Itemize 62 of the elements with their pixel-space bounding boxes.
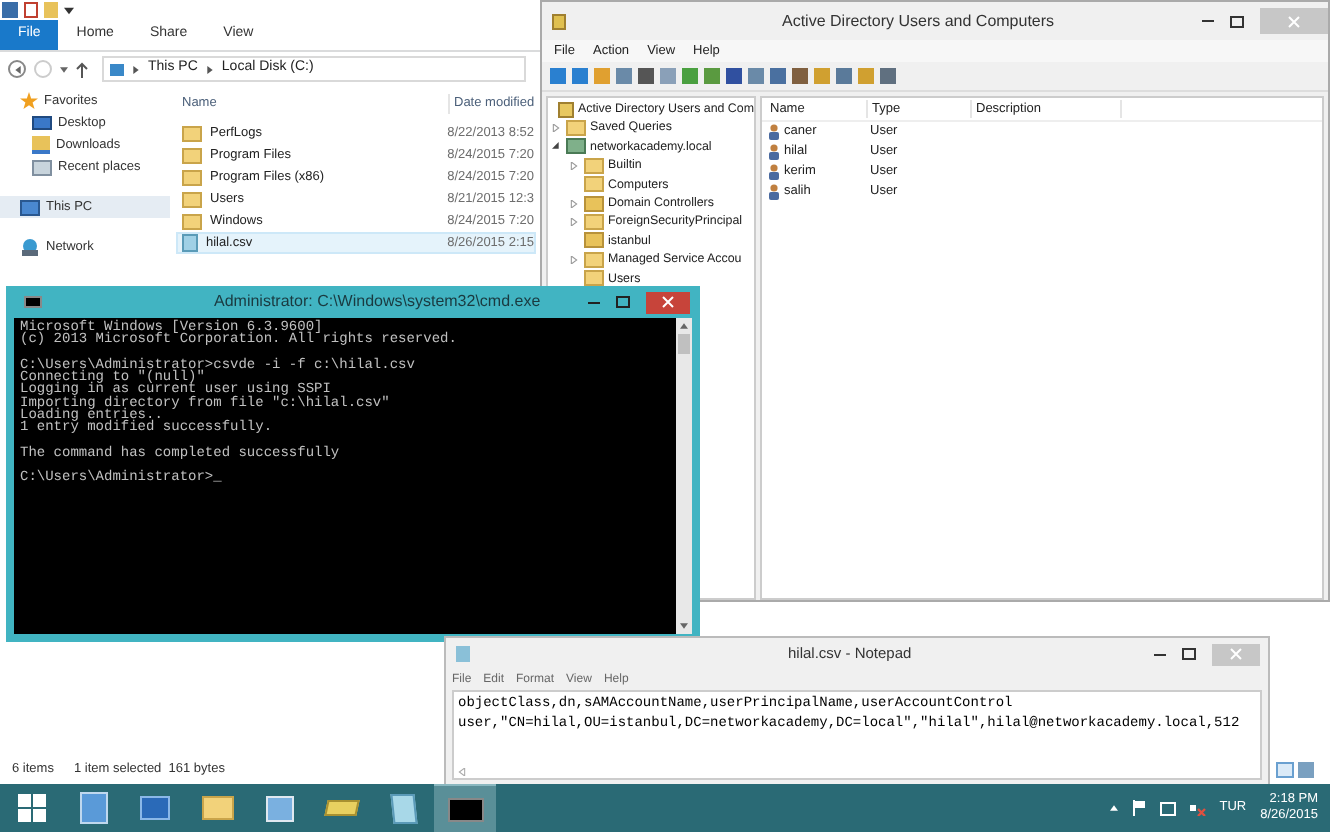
- maximize-button[interactable]: [616, 296, 630, 308]
- taskbar-button[interactable]: [434, 784, 496, 832]
- console-icon: [24, 296, 42, 308]
- network-icon[interactable]: [1159, 801, 1176, 815]
- user-icon: [768, 184, 780, 200]
- monitor-icon: [32, 116, 52, 130]
- document-icon[interactable]: [24, 2, 38, 18]
- flag-icon[interactable]: [1131, 800, 1146, 816]
- scroll-down-icon[interactable]: [680, 622, 688, 630]
- up-arrow-icon[interactable]: [76, 61, 88, 77]
- details-view-icon[interactable]: [1276, 762, 1294, 778]
- file-icon: [182, 234, 198, 252]
- show-hidden-icons-icon[interactable]: [1109, 804, 1118, 812]
- back-button[interactable]: [8, 60, 26, 78]
- back-arrow-icon: [13, 65, 21, 73]
- scrollbar[interactable]: [676, 318, 692, 634]
- maximize-button[interactable]: [1230, 15, 1244, 27]
- network-icon: [20, 238, 40, 256]
- dropdown-icon[interactable]: [60, 65, 68, 73]
- maximize-button[interactable]: [1182, 648, 1196, 660]
- computer-icon: [110, 63, 124, 75]
- expand-arrow-icon[interactable]: [570, 199, 578, 208]
- star-icon: [20, 92, 38, 110]
- book-icon[interactable]: [323, 800, 359, 816]
- computer-icon: [20, 199, 40, 215]
- user-icon: [768, 164, 780, 180]
- close-icon: [1288, 15, 1300, 27]
- close-icon: [662, 296, 674, 308]
- close-button[interactable]: [646, 291, 690, 313]
- console-icon[interactable]: [447, 797, 483, 821]
- minimize-button[interactable]: [588, 301, 600, 303]
- notepad-icon[interactable]: [389, 793, 417, 823]
- window-title: Active Directory Users and Computers: [782, 9, 1055, 33]
- speaker-muted-icon[interactable]: [1189, 800, 1206, 816]
- notepad-icon: [456, 646, 470, 662]
- scroll-left-icon[interactable]: [458, 768, 466, 776]
- minimize-button[interactable]: [1154, 653, 1166, 655]
- terminal-icon[interactable]: [140, 796, 170, 820]
- console-icon: [557, 101, 574, 118]
- app-icon: [552, 13, 566, 29]
- close-icon: [1230, 648, 1242, 660]
- expand-arrow-icon[interactable]: [570, 218, 578, 227]
- download-folder-icon: [32, 136, 50, 154]
- server-icon[interactable]: [79, 792, 107, 824]
- windows-logo-icon[interactable]: [17, 794, 45, 822]
- domain-icon: [566, 138, 586, 155]
- breadcrumb-arrow-icon: [205, 65, 214, 73]
- folder-icon[interactable]: [201, 796, 233, 820]
- collapse-arrow-icon[interactable]: [552, 142, 560, 151]
- forward-button[interactable]: [34, 60, 52, 78]
- scrollbar-thumb[interactable]: [678, 334, 690, 354]
- breadcrumb-arrow-icon: [132, 65, 140, 73]
- expand-arrow-icon[interactable]: [552, 124, 560, 133]
- user-icon: [768, 144, 780, 160]
- window-title: Administrator: C:\Windows\system32\cmd.exe: [214, 290, 541, 314]
- user-icon: [768, 124, 780, 140]
- dropdown-icon[interactable]: [64, 5, 74, 15]
- control-panel-icon[interactable]: [265, 795, 293, 821]
- expand-arrow-icon[interactable]: [570, 161, 578, 170]
- scroll-up-icon[interactable]: [680, 322, 688, 330]
- recent-places-icon: [32, 159, 52, 175]
- expand-arrow-icon[interactable]: [570, 255, 578, 264]
